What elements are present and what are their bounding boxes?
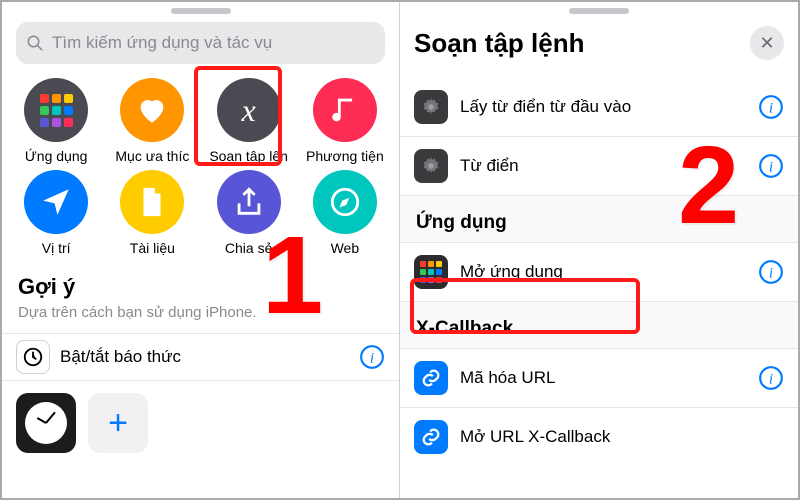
category-label: Chia sẻ	[225, 240, 272, 256]
plus-icon: +	[108, 404, 128, 443]
category-label: Mục ưa thíc	[115, 148, 189, 164]
category-label: Tài liệu	[130, 240, 175, 256]
page-title: Soạn tập lệnh	[414, 28, 750, 59]
action-row-open-app[interactable]: Mở ứng dụng i	[400, 243, 798, 302]
action-label: Mã hóa URL	[460, 368, 758, 388]
section-header-xcallback: X-Callback	[400, 302, 798, 349]
svg-text:i: i	[769, 158, 773, 175]
action-row-open-xcallback-url[interactable]: Mở URL X-Callback	[400, 408, 798, 466]
info-icon[interactable]: i	[359, 344, 385, 370]
info-icon[interactable]: i	[758, 153, 784, 179]
svg-text:i: i	[370, 349, 374, 366]
compass-icon	[313, 170, 377, 234]
sheet-grabber[interactable]	[569, 8, 629, 14]
apps-grid-icon	[24, 78, 88, 142]
category-grid: Ứng dụng Mục ưa thíc x Soạn tập lện Phươ…	[2, 78, 399, 256]
action-label: Lấy từ điển từ đầu vào	[460, 97, 758, 117]
clock-icon	[16, 340, 50, 374]
right-header: Soạn tập lệnh ✕	[400, 22, 798, 78]
category-scripting[interactable]: x Soạn tập lện	[201, 78, 297, 164]
info-icon[interactable]: i	[758, 259, 784, 285]
svg-text:i: i	[769, 370, 773, 387]
info-icon[interactable]: i	[758, 365, 784, 391]
right-pane: Soạn tập lệnh ✕ Lấy từ điển từ đầu vào i…	[400, 2, 798, 498]
suggestions-header: Gợi ý	[2, 256, 399, 302]
left-pane: Tìm kiếm ứng dụng và tác vụ Ứng dụng Mục…	[2, 2, 400, 498]
svg-text:i: i	[769, 99, 773, 116]
action-label: Từ điển	[460, 156, 758, 176]
gear-icon	[414, 149, 448, 183]
suggestion-label: Bật/tắt báo thức	[60, 347, 359, 367]
category-web[interactable]: Web	[297, 170, 393, 256]
search-input[interactable]: Tìm kiếm ứng dụng và tác vụ	[16, 22, 385, 64]
action-row-get-dictionary[interactable]: Lấy từ điển từ đầu vào i	[400, 78, 798, 137]
script-x-icon: x	[217, 78, 281, 142]
gear-icon	[414, 90, 448, 124]
category-label: Phương tiện	[306, 148, 384, 164]
link-icon	[414, 361, 448, 395]
close-button[interactable]: ✕	[750, 26, 784, 60]
category-documents[interactable]: Tài liệu	[104, 170, 200, 256]
action-label: Mở URL X-Callback	[460, 427, 784, 447]
link-icon	[414, 420, 448, 454]
search-placeholder: Tìm kiếm ứng dụng và tác vụ	[52, 33, 272, 53]
suggestions-subtitle: Dựa trên cách bạn sử dụng iPhone.	[2, 302, 399, 333]
category-label: Vị trí	[42, 240, 71, 256]
sheet-grabber[interactable]	[171, 8, 231, 14]
category-label: Ứng dụng	[25, 148, 88, 164]
action-row-dictionary[interactable]: Từ điển i	[400, 137, 798, 196]
heart-icon	[120, 78, 184, 142]
info-icon[interactable]: i	[758, 94, 784, 120]
apps-grid-icon	[414, 255, 448, 289]
category-favorites[interactable]: Mục ưa thíc	[104, 78, 200, 164]
document-icon	[120, 170, 184, 234]
add-tile[interactable]: +	[88, 393, 148, 453]
close-icon: ✕	[759, 33, 774, 54]
category-location[interactable]: Vị trí	[8, 170, 104, 256]
action-label: Mở ứng dụng	[460, 262, 758, 282]
location-arrow-icon	[24, 170, 88, 234]
music-note-icon	[313, 78, 377, 142]
category-label: Soạn tập lện	[209, 148, 288, 164]
category-share[interactable]: Chia sẻ	[201, 170, 297, 256]
clock-app-tile[interactable]	[16, 393, 76, 453]
search-icon	[26, 34, 44, 52]
action-row-encode-url[interactable]: Mã hóa URL i	[400, 349, 798, 408]
category-label: Web	[331, 240, 360, 256]
suggestion-row-alarm[interactable]: Bật/tắt báo thức i	[2, 333, 399, 381]
share-icon	[217, 170, 281, 234]
suggestion-tiles: +	[2, 381, 399, 465]
category-apps[interactable]: Ứng dụng	[8, 78, 104, 164]
category-media[interactable]: Phương tiện	[297, 78, 393, 164]
section-header-app: Ứng dụng	[400, 196, 798, 243]
svg-text:i: i	[769, 264, 773, 281]
